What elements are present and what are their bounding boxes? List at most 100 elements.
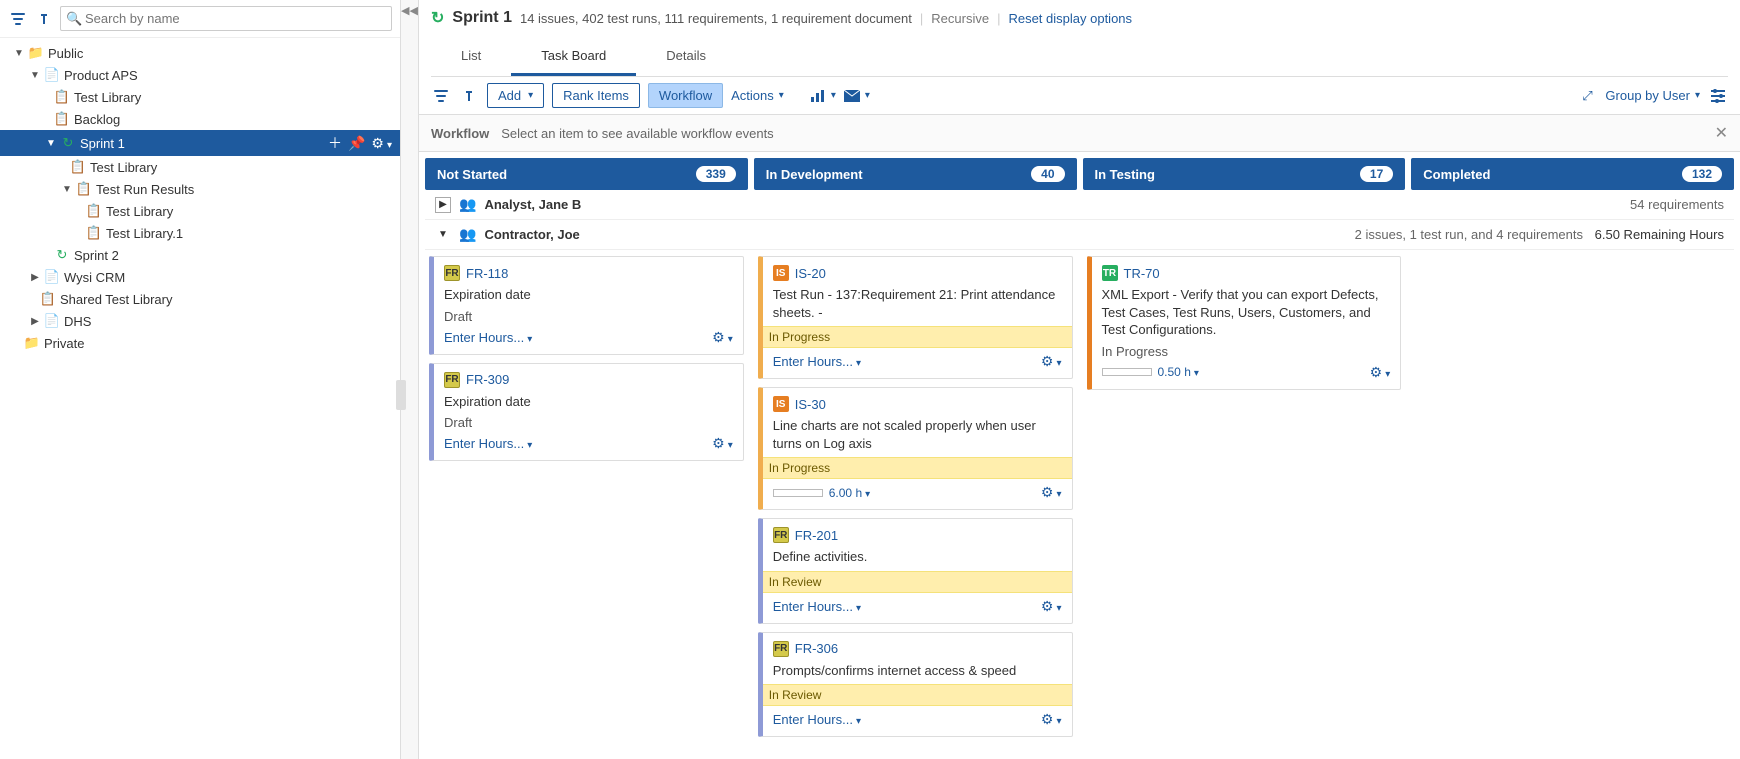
count-badge: 40 <box>1031 166 1064 182</box>
filter-icon[interactable] <box>431 86 451 106</box>
requirement-icon: FR <box>773 527 789 543</box>
close-icon[interactable]: ✕ <box>1715 123 1728 143</box>
card-is-30[interactable]: IS IS-30 Line charts are not scaled prop… <box>758 387 1073 510</box>
group-by-dropdown[interactable]: Group by User <box>1605 88 1700 103</box>
add-icon[interactable]: ＋ <box>328 133 342 153</box>
toggle-icon[interactable]: ▶ <box>28 272 42 283</box>
enter-hours-link[interactable]: Enter Hours... <box>444 330 532 345</box>
splitter-handle[interactable] <box>396 380 406 410</box>
enter-hours-link[interactable]: Enter Hours... <box>773 354 861 369</box>
count-badge: 339 <box>696 166 736 182</box>
pin-icon[interactable] <box>34 9 54 29</box>
recursive-link[interactable]: Recursive <box>931 11 989 26</box>
card-id[interactable]: IS-20 <box>795 266 826 281</box>
card-fr-201[interactable]: FR FR-201 Define activities. In Review E… <box>758 518 1073 624</box>
card-id[interactable]: FR-201 <box>795 528 838 543</box>
tree-item-shared-tl[interactable]: 📋 Shared Test Library <box>0 288 400 310</box>
gear-icon[interactable]: ⚙ <box>1041 711 1062 728</box>
enter-hours-link[interactable]: Enter Hours... <box>773 712 861 727</box>
card-id[interactable]: TR-70 <box>1124 266 1160 281</box>
search-input[interactable] <box>60 6 392 31</box>
card-title: XML Export - Verify that you can export … <box>1102 286 1391 339</box>
tab-details[interactable]: Details <box>636 38 736 76</box>
tree: ▼ 📁 Public ▼ 📄 Product APS 📋 Test Librar… <box>0 38 400 759</box>
tree-item-backlog[interactable]: 📋 Backlog <box>0 108 400 130</box>
pin-icon[interactable]: 📌 <box>348 135 365 152</box>
filter-icon[interactable] <box>8 9 28 29</box>
toggle-icon[interactable]: ▶ <box>28 316 42 327</box>
tree-item-product-aps[interactable]: ▼ 📄 Product APS <box>0 64 400 86</box>
card-id[interactable]: FR-309 <box>466 372 509 387</box>
gear-icon[interactable]: ⚙ <box>1370 364 1391 381</box>
mail-dropdown[interactable] <box>844 90 870 102</box>
enter-hours-link[interactable]: Enter Hours... <box>773 599 861 614</box>
issue-icon: IS <box>773 396 789 412</box>
clipboard-icon: 📋 <box>54 111 70 127</box>
tree-item-test-library[interactable]: 📋 Test Library <box>0 86 400 108</box>
tree-item-wysi[interactable]: ▶ 📄 Wysi CRM <box>0 266 400 288</box>
swimlane-analyst-jane[interactable]: ▶ 👥 Analyst, Jane B 54 requirements <box>425 190 1734 220</box>
toggle-icon[interactable]: ▼ <box>60 184 74 195</box>
gear-icon[interactable]: ⚙ <box>712 435 733 452</box>
workflow-bar-message: Select an item to see available workflow… <box>501 126 773 141</box>
reset-display-link[interactable]: Reset display options <box>1008 11 1132 26</box>
gear-icon[interactable]: ⚙ <box>712 329 733 346</box>
gear-icon[interactable]: ⚙ <box>1041 353 1062 370</box>
add-button[interactable]: Add <box>487 83 544 108</box>
swimlane-contractor-joe[interactable]: ▼ 👥 Contractor, Joe 2 issues, 1 test run… <box>425 220 1734 250</box>
gear-icon[interactable]: ⚙ <box>1041 598 1062 615</box>
tree-item-sprint2[interactable]: ↻ Sprint 2 <box>0 244 400 266</box>
chart-dropdown[interactable] <box>810 89 836 103</box>
tree-item-dhs[interactable]: ▶ 📄 DHS <box>0 310 400 332</box>
expand-icon[interactable]: ⤢ <box>1577 86 1597 106</box>
rank-items-button[interactable]: Rank Items <box>552 83 640 108</box>
toggle-icon[interactable]: ▼ <box>12 48 26 59</box>
enter-hours-link[interactable]: Enter Hours... <box>444 436 532 451</box>
card-fr-309[interactable]: FR FR-309 Expiration date Draft Enter Ho… <box>429 363 744 462</box>
card-id[interactable]: FR-118 <box>466 266 508 281</box>
card-id[interactable]: FR-306 <box>795 641 838 656</box>
column-header-in-development: In Development 40 <box>754 158 1077 190</box>
clipboard-icon: 📋 <box>40 291 56 307</box>
toggle-icon[interactable]: ▼ <box>44 138 58 149</box>
tree-item-test-run-results[interactable]: ▼ 📋 Test Run Results <box>0 178 400 200</box>
main: ↻ Sprint 1 14 issues, 402 test runs, 111… <box>419 0 1740 759</box>
expand-icon[interactable]: ▶ <box>435 197 451 213</box>
tab-list[interactable]: List <box>431 38 511 76</box>
collapse-icon[interactable]: ▼ <box>435 227 451 243</box>
pin-icon[interactable] <box>459 86 479 106</box>
workflow-button[interactable]: Workflow <box>648 83 723 108</box>
column-header-not-started: Not Started 339 <box>425 158 748 190</box>
gear-icon[interactable]: ⚙ <box>1041 484 1062 501</box>
collapse-gutter[interactable]: ◀◀ <box>401 0 419 759</box>
tree-item-public[interactable]: ▼ 📁 Public <box>0 42 400 64</box>
tree-item-trr-tl1[interactable]: 📋 Test Library.1 <box>0 222 400 244</box>
document-icon: 📄 <box>44 313 60 329</box>
status-badge: In Progress <box>763 326 1072 348</box>
tree-item-trr-tl[interactable]: 📋 Test Library <box>0 200 400 222</box>
tree-item-sprint1[interactable]: ▼ ↻ Sprint 1 ＋ 📌 ⚙ <box>0 130 400 156</box>
tree-item-private[interactable]: 📁 Private <box>0 332 400 354</box>
status-badge: In Review <box>763 684 1072 706</box>
progress-bar <box>773 489 823 497</box>
sprint-icon: ↻ <box>431 8 444 28</box>
card-fr-118[interactable]: FR FR-118 Expiration date Draft Enter Ho… <box>429 256 744 355</box>
tab-task-board[interactable]: Task Board <box>511 38 636 76</box>
card-tr-70[interactable]: TR TR-70 XML Export - Verify that you ca… <box>1087 256 1402 390</box>
card-is-20[interactable]: IS IS-20 Test Run - 137:Requirement 21: … <box>758 256 1073 379</box>
card-id[interactable]: IS-30 <box>795 397 826 412</box>
search-input-wrapper: 🔍 <box>60 6 392 31</box>
actions-dropdown[interactable]: Actions <box>731 88 784 103</box>
gear-icon[interactable]: ⚙ <box>371 135 392 152</box>
hours-value[interactable]: 6.00 h <box>829 486 870 500</box>
header: ↻ Sprint 1 14 issues, 402 test runs, 111… <box>419 0 1740 77</box>
settings-sliders-icon[interactable] <box>1708 86 1728 106</box>
board: Not Started 339 In Development 40 In Tes… <box>419 152 1740 759</box>
card-fr-306[interactable]: FR FR-306 Prompts/confirms internet acce… <box>758 632 1073 738</box>
tree-item-testlib-sprint[interactable]: 📋 Test Library <box>0 156 400 178</box>
card-title: Expiration date <box>444 286 733 304</box>
swimlane-meta: 54 requirements <box>1630 197 1724 212</box>
toggle-icon[interactable]: ▼ <box>28 70 42 81</box>
progress-bar <box>1102 368 1152 376</box>
hours-value[interactable]: 0.50 h <box>1158 365 1199 379</box>
